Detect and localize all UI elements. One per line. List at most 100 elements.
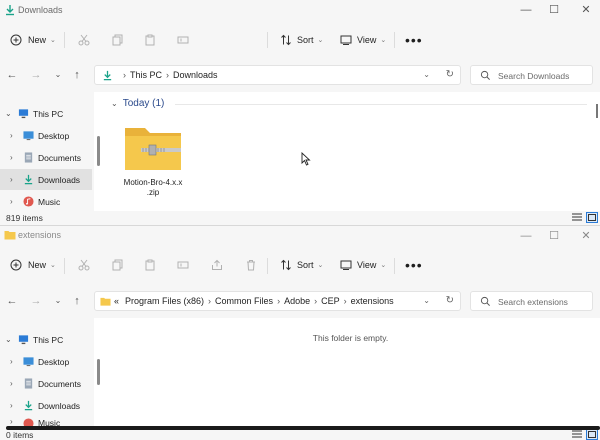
new-button[interactable]: New ⌄ (10, 22, 56, 58)
nav-item-label: This PC (33, 334, 64, 345)
search-input[interactable]: Search Downloads (470, 65, 593, 85)
chevron-right-icon: › (10, 401, 13, 410)
maximize-button[interactable]: ☐ (539, 2, 569, 18)
more-options-button[interactable]: ••• (405, 22, 423, 58)
sort-button[interactable]: Sort ⌄ (280, 246, 323, 284)
recent-locations-chevron-icon[interactable]: ⌄ (50, 294, 66, 308)
view-icon (340, 35, 352, 45)
ellipsis-icon: ••• (405, 32, 423, 48)
forward-arrow-icon[interactable]: → (28, 294, 44, 308)
view-button[interactable]: View ⌄ (340, 22, 386, 58)
nav-item-documents[interactable]: › Documents (0, 147, 92, 168)
nav-item-desktop[interactable]: › Desktop (0, 351, 92, 372)
nav-item-downloads[interactable]: › Downloads (0, 169, 92, 190)
share-button[interactable] (211, 246, 223, 284)
copy-button[interactable] (112, 246, 124, 284)
close-button[interactable]: ✕ (571, 2, 600, 18)
address-row: ← → ⌄ ↑ › This PC › Downloads ⌄ ↻ Search Do… (0, 58, 600, 92)
back-arrow-icon[interactable]: ← (4, 68, 20, 82)
new-button[interactable]: New ⌄ (10, 246, 56, 284)
address-row: ← → ⌄ ↑ « Program Files (x86) › Common File… (0, 284, 600, 318)
breadcrumb-item[interactable]: extensions (351, 296, 394, 306)
back-arrow-icon[interactable]: ← (4, 294, 20, 308)
chevron-right-icon: › (10, 175, 13, 184)
nav-item-label: Downloads (38, 400, 81, 411)
details-view-icon[interactable] (571, 212, 583, 223)
nav-item-label: Documents (38, 152, 81, 163)
downloads-window: Downloads — ☐ ✕ New ⌄ Sort ⌄ View ⌄ ••• … (0, 0, 600, 225)
file-list-area: This folder is empty. (101, 318, 600, 428)
file-name: Motion-Bro-4.x.x .zip (117, 178, 189, 198)
up-arrow-icon[interactable]: ↑ (69, 68, 85, 82)
divider (394, 258, 395, 274)
breadcrumb-item[interactable]: Common Files (215, 296, 273, 306)
nav-item-documents[interactable]: › Documents (0, 373, 92, 394)
forward-arrow-icon[interactable]: → (28, 68, 44, 82)
file-item[interactable]: Motion-Bro-4.x.x .zip (117, 120, 189, 198)
paste-button[interactable] (144, 22, 156, 58)
nav-item-this-pc[interactable]: ⌄ This PC (0, 103, 92, 124)
tiles-view-icon[interactable] (586, 429, 598, 440)
desktop-icon (23, 357, 34, 367)
sort-icon (281, 34, 291, 46)
delete-button[interactable] (245, 246, 257, 284)
refresh-icon[interactable]: ↻ (446, 69, 454, 80)
chevron-right-icon: › (314, 296, 318, 306)
breadcrumb-item[interactable]: Downloads (173, 70, 218, 80)
chevron-right-icon: › (10, 197, 13, 206)
nav-scrollbar[interactable] (97, 136, 100, 166)
chevron-down-icon[interactable]: ⌄ (423, 70, 430, 79)
cut-button[interactable] (78, 246, 90, 284)
nav-item-this-pc[interactable]: ⌄ This PC (0, 329, 92, 350)
copy-icon (112, 34, 123, 46)
breadcrumb-item[interactable]: Adobe (284, 296, 310, 306)
zip-folder-icon (125, 128, 181, 170)
overflow-crumb-icon[interactable]: « (114, 296, 119, 306)
breadcrumb-item[interactable]: CEP (321, 296, 340, 306)
refresh-icon[interactable]: ↻ (446, 295, 454, 306)
up-arrow-icon[interactable]: ↑ (69, 294, 85, 308)
copy-button[interactable] (112, 22, 124, 58)
rename-button[interactable] (177, 22, 189, 58)
sort-button[interactable]: Sort ⌄ (280, 22, 323, 58)
cut-button[interactable] (78, 22, 90, 58)
nav-item-music[interactable]: › Music (0, 191, 92, 212)
maximize-button[interactable]: ☐ (539, 228, 569, 244)
nav-item-desktop[interactable]: › Desktop (0, 125, 92, 146)
chevron-down-icon: ⌄ (380, 37, 387, 44)
nav-scrollbar[interactable] (97, 359, 100, 385)
search-input[interactable]: Search extensions (470, 291, 593, 311)
clipboard-icon (145, 34, 155, 46)
rename-button[interactable] (177, 246, 189, 284)
sort-icon (281, 259, 291, 271)
close-button[interactable]: ✕ (571, 228, 600, 244)
breadcrumb-item[interactable]: This PC (130, 70, 162, 80)
search-icon (480, 296, 490, 306)
extensions-window: extensions — ☐ ✕ New ⌄ Sort ⌄ View ⌄ •••… (0, 225, 600, 440)
chevron-down-icon[interactable]: ⌄ (423, 296, 430, 305)
minimize-button[interactable]: — (511, 228, 541, 244)
plus-circle-icon (10, 34, 22, 46)
computer-icon (18, 109, 29, 119)
rename-icon (177, 261, 189, 269)
more-options-button[interactable]: ••• (405, 246, 423, 284)
content-scrollbar[interactable] (596, 104, 598, 118)
paste-button[interactable] (144, 246, 156, 284)
divider (267, 32, 268, 48)
minimize-button[interactable]: — (511, 2, 541, 18)
address-bar[interactable]: «Program Files (x86) › Common Files › Adobe ›… (94, 291, 461, 311)
chevron-down-icon: ⌄ (50, 37, 56, 44)
breadcrumb-item[interactable]: Program Files (x86) (125, 296, 204, 306)
tiles-view-icon[interactable] (586, 212, 598, 223)
address-bar[interactable]: › This PC › Downloads ⌄ ↻ (94, 65, 461, 85)
details-view-icon[interactable] (571, 429, 583, 440)
breadcrumb: «Program Files (x86) › Common Files › Adobe ›… (114, 296, 394, 306)
divider (175, 104, 587, 105)
view-label: View (357, 260, 377, 270)
nav-item-downloads[interactable]: › Downloads (0, 395, 92, 416)
group-header[interactable]: ⌄ Today (1) (111, 98, 164, 109)
recent-locations-chevron-icon[interactable]: ⌄ (50, 68, 66, 82)
chevron-right-icon: › (10, 131, 13, 140)
view-button[interactable]: View ⌄ (340, 246, 386, 284)
desktop-icon (23, 131, 34, 141)
